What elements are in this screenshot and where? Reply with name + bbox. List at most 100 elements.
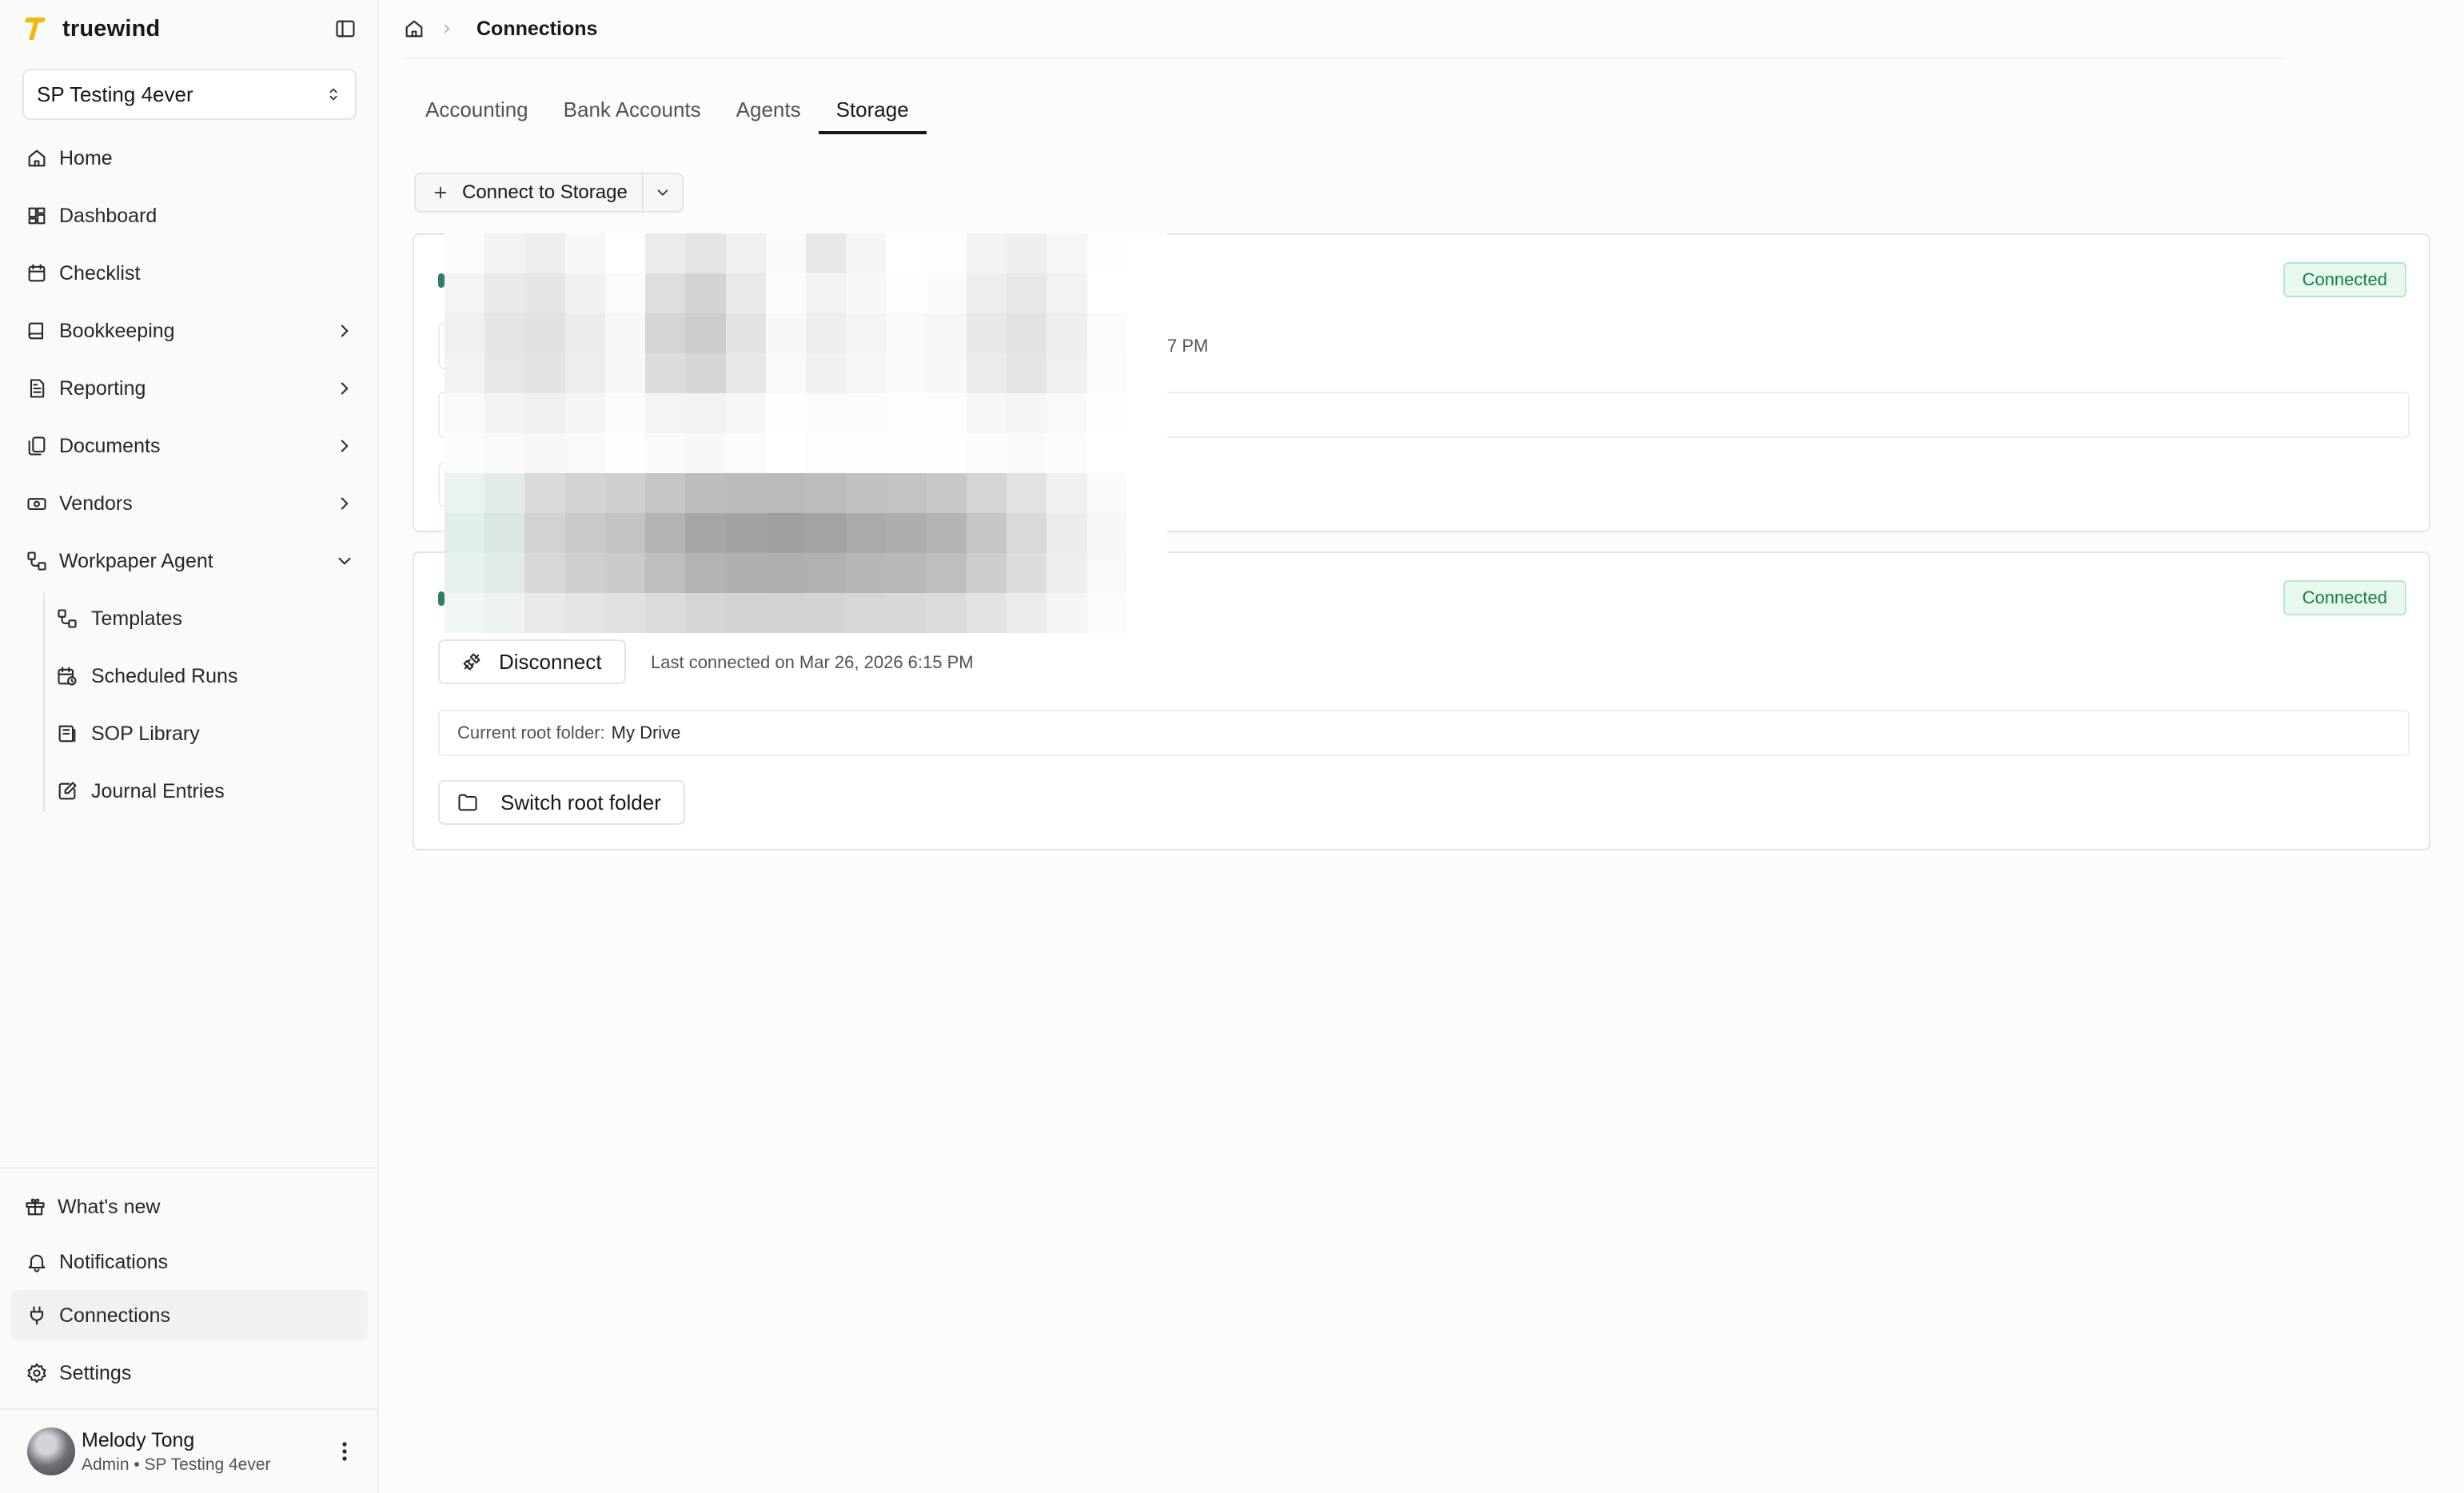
nav-item-whats-new[interactable]: What's new bbox=[11, 1180, 368, 1234]
nav-item-connections[interactable]: Connections bbox=[11, 1290, 368, 1341]
nav-label: Journal Entries bbox=[91, 779, 225, 802]
redaction-pixel bbox=[1007, 593, 1047, 633]
redaction-pixel bbox=[524, 593, 565, 633]
home-icon[interactable] bbox=[403, 18, 425, 40]
brand[interactable]: truewind bbox=[24, 13, 160, 45]
redaction-pixel bbox=[445, 273, 485, 313]
redaction-pixel bbox=[1126, 313, 1167, 353]
nav-label: Reporting bbox=[59, 376, 146, 400]
redaction-pixel bbox=[564, 313, 605, 353]
nav-label: What's new bbox=[58, 1195, 161, 1218]
redaction-pixel bbox=[564, 273, 605, 313]
nav-item-bookkeeping[interactable]: Bookkeeping bbox=[11, 302, 368, 360]
redaction-pixel bbox=[966, 593, 1007, 633]
tab-agents[interactable]: Agents bbox=[719, 93, 819, 134]
redaction-pixel bbox=[886, 393, 927, 433]
redaction-pixel bbox=[524, 273, 565, 313]
nav-item-reporting[interactable]: Reporting bbox=[11, 360, 368, 417]
collapse-sidebar-button[interactable] bbox=[333, 16, 358, 42]
calendar-clock-icon bbox=[58, 667, 77, 686]
redaction-pixel bbox=[564, 513, 605, 553]
root-folder-value: My Drive bbox=[611, 723, 681, 743]
nav-item-scheduled-runs[interactable]: Scheduled Runs bbox=[56, 647, 368, 705]
workspace-switcher[interactable]: SP Testing 4ever bbox=[22, 69, 357, 120]
tab-accounting[interactable]: Accounting bbox=[408, 93, 546, 134]
redaction-pixel bbox=[1086, 593, 1127, 633]
more-vertical-icon bbox=[342, 1442, 347, 1461]
nav-item-documents[interactable]: Documents bbox=[11, 417, 368, 475]
connect-storage-label: Connect to Storage bbox=[462, 181, 628, 203]
tab-storage[interactable]: Storage bbox=[818, 93, 927, 134]
redaction-pixel bbox=[926, 553, 967, 593]
redaction-pixel bbox=[966, 353, 1007, 393]
redaction-pixel bbox=[725, 233, 766, 273]
redaction-pixel bbox=[765, 513, 806, 553]
nav-item-vendors[interactable]: Vendors bbox=[11, 475, 368, 532]
tab-bank-accounts[interactable]: Bank Accounts bbox=[546, 93, 719, 134]
redaction-pixel bbox=[926, 393, 967, 433]
redaction-pixel bbox=[765, 553, 806, 593]
connect-storage-dropdown[interactable] bbox=[641, 174, 682, 211]
redaction-pixel bbox=[926, 353, 967, 393]
redaction-pixel bbox=[445, 353, 485, 393]
redaction-pixel bbox=[524, 433, 565, 473]
redaction-pixel bbox=[765, 273, 806, 313]
redaction-pixel bbox=[725, 353, 766, 393]
redaction-pixel bbox=[685, 273, 726, 313]
nav-label: Checklist bbox=[59, 261, 141, 285]
redaction-pixel bbox=[645, 553, 686, 593]
nav-label: Workpaper Agent bbox=[59, 549, 213, 572]
user-role: Admin • SP Testing 4ever bbox=[82, 1455, 271, 1474]
redaction-pixel bbox=[765, 313, 806, 353]
switch-root-folder-button[interactable]: Switch root folder bbox=[438, 780, 685, 825]
redaction-pixel bbox=[1047, 273, 1087, 313]
chevron-right-icon bbox=[445, 24, 449, 34]
sidebar-toggle-icon bbox=[336, 20, 355, 38]
nav-item-settings[interactable]: Settings bbox=[11, 1341, 368, 1405]
disconnect-button[interactable]: Disconnect bbox=[438, 639, 626, 684]
redaction-pixel bbox=[725, 553, 766, 593]
last-connected-text: 7 PM bbox=[1167, 336, 1209, 356]
redaction-pixel bbox=[1007, 313, 1047, 353]
nav-label: Settings bbox=[59, 1361, 132, 1384]
redaction-pixel bbox=[926, 433, 967, 473]
redaction-pixel bbox=[645, 593, 686, 633]
nav-item-home[interactable]: Home bbox=[11, 129, 368, 187]
redaction-pixel bbox=[604, 553, 646, 593]
redaction-pixel bbox=[1086, 233, 1127, 273]
nav-item-notifications[interactable]: Notifications bbox=[11, 1234, 368, 1290]
nav-item-checklist[interactable]: Checklist bbox=[11, 245, 368, 302]
redaction-pixel bbox=[445, 233, 485, 273]
redaction-pixel bbox=[805, 233, 847, 273]
nav-item-templates[interactable]: Templates bbox=[56, 590, 368, 647]
redaction-pixel bbox=[445, 593, 485, 633]
redaction-pixel bbox=[765, 433, 806, 473]
redaction-pixel bbox=[1126, 513, 1167, 553]
redaction-pixel bbox=[725, 593, 766, 633]
redaction-pixel bbox=[1086, 273, 1127, 313]
redaction-pixel bbox=[765, 353, 806, 393]
redaction-pixel bbox=[725, 313, 766, 353]
nav-item-workpaper-agent[interactable]: Workpaper Agent bbox=[11, 532, 368, 590]
redaction-pixel bbox=[484, 553, 525, 593]
redaction-pixel bbox=[564, 553, 605, 593]
user-menu-button[interactable] bbox=[334, 1435, 355, 1467]
redaction-pixel bbox=[685, 353, 726, 393]
redaction-pixel bbox=[725, 433, 766, 473]
gear-icon bbox=[27, 1363, 46, 1384]
redaction-pixel bbox=[645, 433, 686, 473]
vendors-icon bbox=[27, 498, 46, 511]
redaction-pixel bbox=[445, 513, 485, 553]
nav-item-journal-entries[interactable]: Journal Entries bbox=[56, 762, 368, 820]
redaction-pixel bbox=[1007, 513, 1047, 553]
user-profile[interactable]: Melody Tong Admin • SP Testing 4ever bbox=[0, 1408, 379, 1493]
redaction-pixel bbox=[966, 433, 1007, 473]
nav-label: Documents bbox=[59, 434, 161, 457]
nav-item-dashboard[interactable]: Dashboard bbox=[11, 187, 368, 245]
redaction-pixel bbox=[1047, 513, 1087, 553]
connect-storage-button[interactable]: Connect to Storage bbox=[416, 174, 642, 211]
nav-item-sop-library[interactable]: SOP Library bbox=[56, 705, 368, 762]
redaction-pixel bbox=[765, 593, 806, 633]
redaction-pixel bbox=[524, 353, 565, 393]
redaction-pixel bbox=[604, 513, 646, 553]
